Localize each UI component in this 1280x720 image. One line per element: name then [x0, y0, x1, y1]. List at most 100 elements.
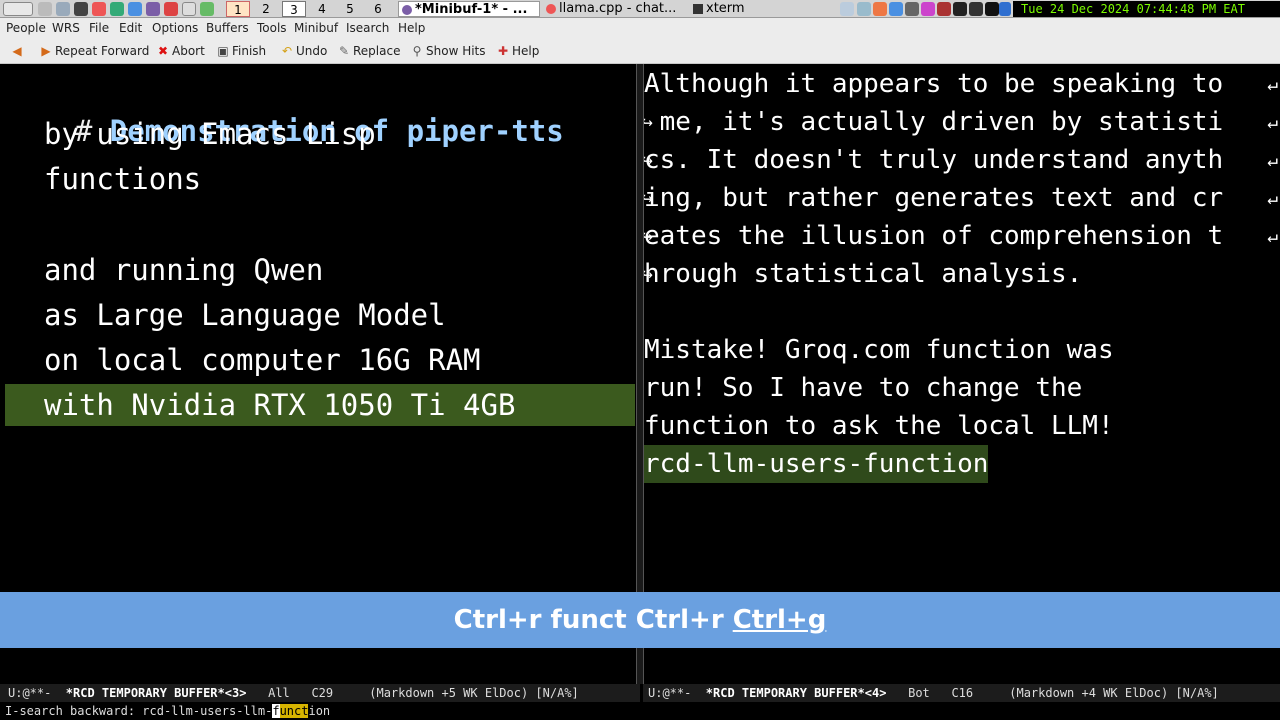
taskbar: 1 2 3 4 5 6 *Minibuf-1* - ... llama.cpp … [0, 0, 1280, 18]
wrapped-line: ing, but rather generates text and cr [644, 183, 1224, 213]
task-minibuffer[interactable]: *Minibuf-1* - ... [398, 1, 540, 17]
right-editor-pane[interactable]: Although it appears to be speaking to ↵ … [644, 64, 1280, 684]
finish-icon: ▣ [217, 44, 229, 58]
terminal-launcher-icon[interactable] [74, 2, 88, 16]
wrapped-line: Although it appears to be speaking to [644, 69, 1224, 99]
menu-isearch[interactable]: Isearch [346, 18, 389, 38]
menu-buffers[interactable]: Buffers [206, 18, 249, 38]
file-manager-icon[interactable] [56, 2, 70, 16]
magnifier-icon: ⚲ [412, 44, 422, 58]
workspace-1[interactable]: 1 [226, 1, 250, 17]
workspace-5[interactable]: 5 [338, 1, 362, 17]
tray-app-icon[interactable] [921, 2, 935, 16]
finish-button[interactable]: ▣ Finish [216, 42, 266, 60]
wrapped-line: me, it's actually driven by statisti [644, 107, 1224, 137]
tray-update-icon[interactable] [873, 2, 887, 16]
wrapped-line: eates the illusion of comprehension t [644, 221, 1224, 251]
workspace-4[interactable]: 4 [310, 1, 334, 17]
network-icon[interactable] [110, 2, 124, 16]
modeline-left[interactable]: U:@**- *RCD TEMPORARY BUFFER*<3> All C29… [0, 684, 640, 702]
menu-tools[interactable]: Tools [257, 18, 287, 38]
keystroke-text: Ctrl+r funct Ctrl+r [453, 605, 733, 635]
window-divider[interactable] [636, 64, 644, 684]
task-xterm-title: xterm [706, 1, 745, 16]
highlighted-line: rcd-llm-users-function [644, 445, 989, 483]
undo-label: Undo [296, 44, 328, 58]
text-line: function to ask the local LLM! [644, 411, 1114, 441]
modeline-status: U:@**- [648, 686, 706, 700]
text-line: Mistake! Groq.com function was [644, 335, 1114, 365]
browser-icon[interactable] [92, 2, 106, 16]
text-line: by using Emacs Lisp [44, 117, 376, 151]
wrap-continuation-icon: ↵ [1267, 226, 1278, 247]
left-editor-pane[interactable]: # Demonstration of piper-tts by using Em… [5, 64, 635, 684]
tray-keyboard-icon[interactable] [969, 2, 983, 16]
replace-icon: ✎ [338, 44, 350, 58]
tray-network-icon[interactable] [889, 2, 903, 16]
modeline-buffer-name: *RCD TEMPORARY BUFFER*<4> [705, 686, 887, 700]
text-line: as Large Language Model [44, 298, 446, 332]
menu-file[interactable]: File [89, 18, 109, 38]
mail-icon[interactable] [164, 2, 178, 16]
menu-wrs[interactable]: WRS [52, 18, 80, 38]
repeat-forward-button[interactable]: ▶ Repeat Forward [39, 42, 149, 60]
wrap-continuation-icon: ↵ [1267, 150, 1278, 171]
tray-display-icon[interactable] [857, 2, 871, 16]
tray-terminal-icon[interactable] [953, 2, 967, 16]
isearch-match: unct [279, 704, 309, 718]
editor-icon[interactable] [200, 2, 214, 16]
replace-label: Replace [353, 44, 401, 58]
text-line: and running Qwen [44, 253, 324, 287]
isearch-text: rcd-llm-users-llm- [142, 704, 273, 718]
volume-icon[interactable] [905, 2, 919, 16]
help-icon: ✚ [497, 44, 509, 58]
modeline-buffer-name: *RCD TEMPORARY BUFFER*<3> [65, 686, 247, 700]
emacs-icon[interactable] [146, 2, 160, 16]
wrapped-line: cs. It doesn't truly understand anyth [644, 145, 1224, 175]
start-menu-icon[interactable] [3, 2, 33, 16]
abort-x-icon: ✖ [157, 44, 169, 58]
menu-help[interactable]: Help [398, 18, 425, 38]
repeat-forward-label: Repeat Forward [55, 44, 150, 58]
text-line: run! So I have to change the [644, 373, 1083, 403]
help-button[interactable]: ✚ Help [496, 42, 539, 60]
calendar-icon[interactable] [182, 2, 196, 16]
cursor: f [272, 704, 280, 718]
task-llama-chat[interactable]: llama.cpp - chat... [543, 1, 688, 17]
help-label: Help [512, 44, 540, 58]
workspace-6[interactable]: 6 [366, 1, 390, 17]
wrap-continuation-icon: ↵ [1267, 188, 1278, 209]
show-hits-label: Show Hits [426, 44, 486, 58]
abort-button[interactable]: ✖ Abort [156, 42, 205, 60]
menu-bar: People WRS File Edit Options Buffers Too… [0, 18, 1280, 38]
show-hits-button[interactable]: ⚲ Show Hits [410, 42, 486, 60]
minibuffer[interactable]: I-search backward: rcd-llm-users-llm-fun… [0, 702, 1280, 720]
tray-window-icon[interactable] [840, 2, 854, 16]
clock: Tue 24 Dec 2024 07:44:48 PM EAT [1013, 1, 1280, 17]
browser-icon [546, 4, 556, 14]
finish-label: Finish [232, 44, 267, 58]
menu-minibuf[interactable]: Minibuf [294, 18, 338, 38]
tray-record-icon[interactable] [937, 2, 951, 16]
menu-options[interactable]: Options [152, 18, 198, 38]
minimize-icon[interactable] [38, 2, 52, 16]
menu-people[interactable]: People [6, 18, 46, 38]
wrap-continuation-icon: ↵ [1267, 112, 1278, 133]
emacs-icon [402, 5, 412, 15]
back-button[interactable]: ◀ [10, 42, 26, 60]
tray-power-icon[interactable] [985, 2, 999, 16]
tray-bluetooth-icon[interactable] [999, 2, 1011, 16]
chromium-icon[interactable] [128, 2, 142, 16]
workspace-2[interactable]: 2 [254, 1, 278, 17]
wrap-continuation-icon: ↵ [1267, 74, 1278, 95]
menu-edit[interactable]: Edit [119, 18, 142, 38]
undo-button[interactable]: ↶ Undo [280, 42, 327, 60]
modeline-position: Bot C16 [886, 686, 1010, 700]
modeline-position: All C29 [246, 686, 370, 700]
replace-button[interactable]: ✎ Replace [337, 42, 401, 60]
workspace-3[interactable]: 3 [282, 1, 306, 17]
modeline-right[interactable]: U:@**- *RCD TEMPORARY BUFFER*<4> Bot C16… [643, 684, 1280, 702]
text-line: functions [44, 162, 202, 196]
forward-arrow-icon: ▶ [41, 44, 51, 58]
task-xterm[interactable]: xterm [690, 1, 838, 17]
